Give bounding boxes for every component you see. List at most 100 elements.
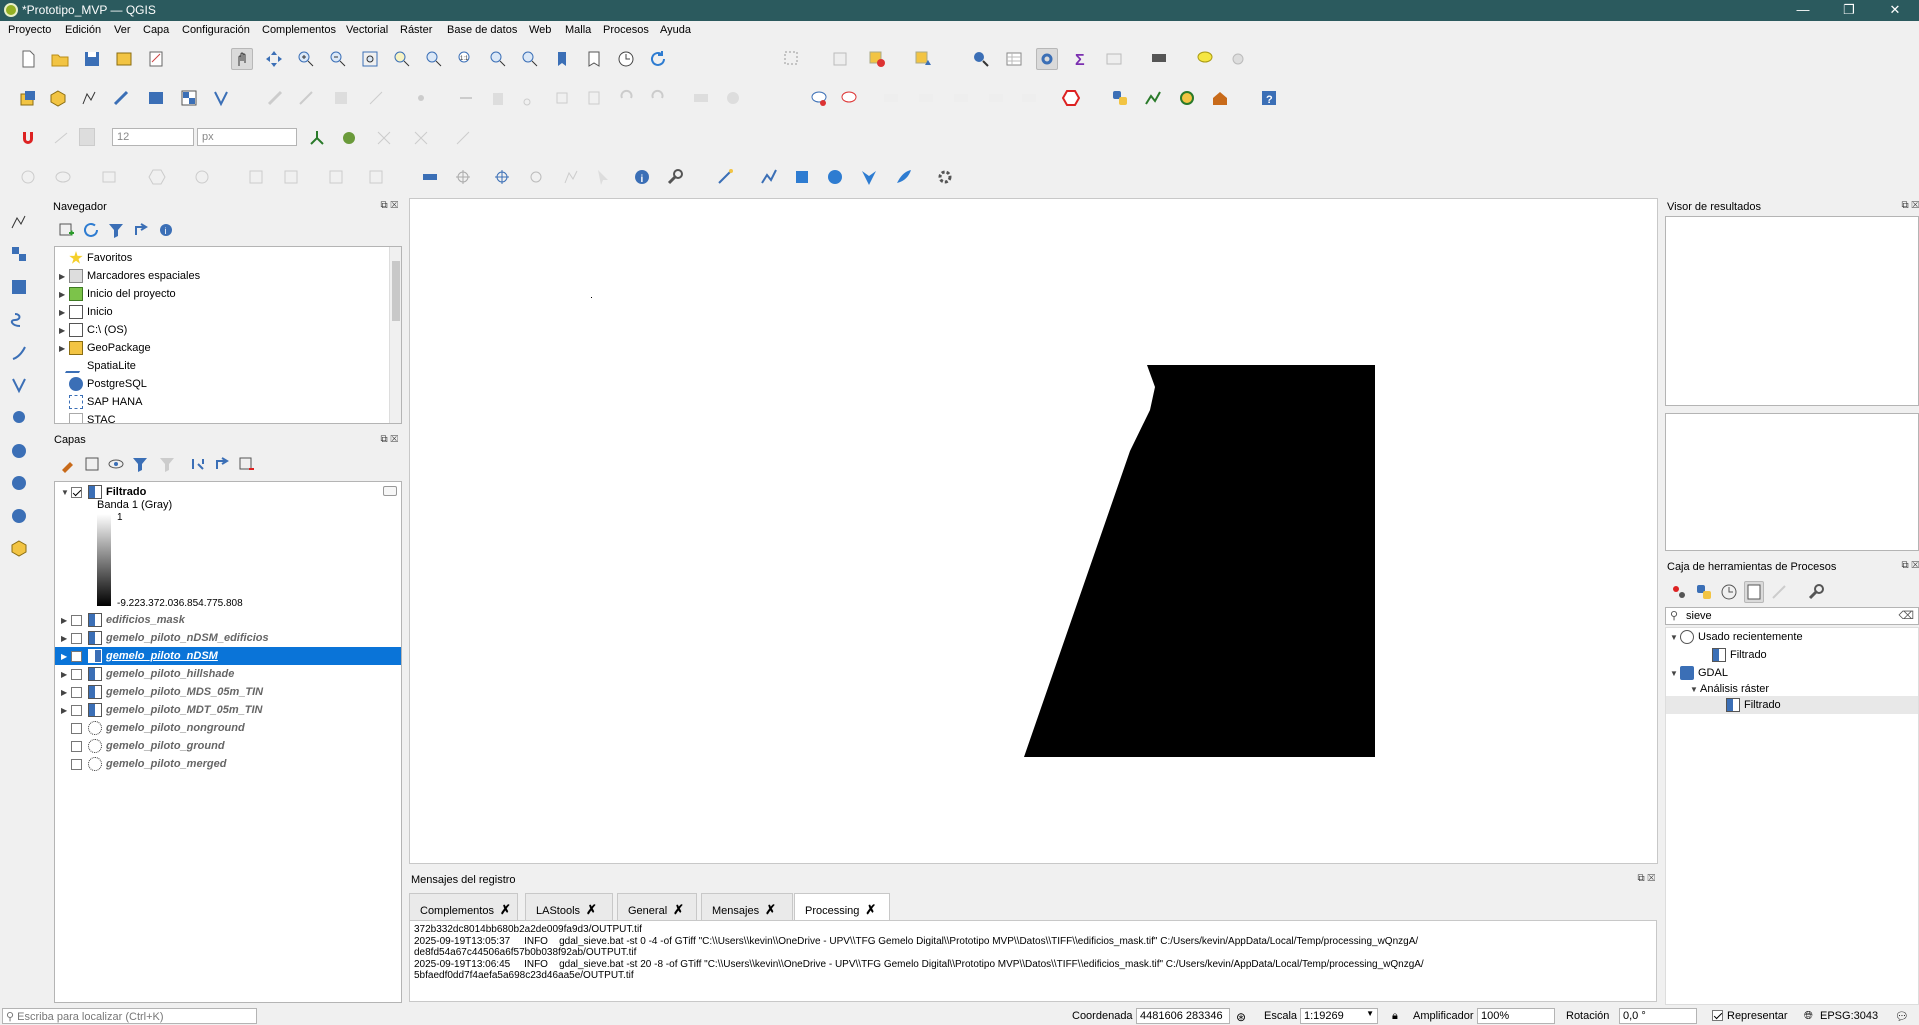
rotate-feature-icon[interactable]: [325, 166, 347, 188]
crs-button[interactable]: EPSG:3043: [1820, 1010, 1878, 1022]
layer-visibility-checkbox[interactable]: [71, 486, 82, 498]
remove-layer-icon[interactable]: [236, 453, 256, 475]
digitize-line-icon[interactable]: [714, 166, 736, 188]
select-by-value-icon[interactable]: [829, 48, 851, 70]
layer-styling-icon[interactable]: [58, 453, 78, 475]
current-edits-icon[interactable]: [264, 87, 286, 109]
layer-visibility-checkbox[interactable]: [71, 740, 82, 752]
toolbox-recent-filtrado[interactable]: Filtrado: [1712, 646, 1767, 664]
digitize-feather-icon[interactable]: [893, 166, 915, 188]
processing-toolbox-icon[interactable]: [1036, 48, 1058, 70]
messages-icon[interactable]: 💬︎: [1895, 1010, 1909, 1023]
filter-expression-icon[interactable]: [154, 453, 180, 475]
snap-mode-button[interactable]: [79, 128, 95, 146]
add-raster-icon[interactable]: [178, 87, 200, 109]
snap-unit-select[interactable]: px: [197, 128, 297, 146]
diagram-tool-icon[interactable]: [722, 87, 744, 109]
browser-item-spatialite[interactable]: SpatiaLite: [59, 357, 136, 375]
annotation-icon[interactable]: [1194, 48, 1216, 70]
settings-wrench-icon[interactable]: [664, 166, 686, 188]
layer-row[interactable]: gemelo_piloto_nonground: [61, 719, 245, 737]
snap-intersections-icon[interactable]: [410, 127, 432, 149]
delete-selected-icon[interactable]: [487, 87, 509, 109]
locator-settings-icon[interactable]: [1227, 48, 1249, 70]
new-bookmark-icon[interactable]: [551, 48, 573, 70]
map-canvas[interactable]: [409, 198, 1658, 864]
move-feature-icon[interactable]: [280, 166, 302, 188]
zoom-full-icon[interactable]: [359, 48, 381, 70]
history-icon[interactable]: [1719, 581, 1739, 603]
node-tool-icon[interactable]: [560, 166, 582, 188]
add-wfs-icon[interactable]: [8, 472, 30, 494]
layer-visibility-checkbox[interactable]: [71, 686, 82, 698]
add-postgis-icon[interactable]: [8, 407, 30, 429]
self-snapping-icon[interactable]: [373, 127, 395, 149]
close-tab-icon[interactable]: ✗: [765, 902, 776, 917]
refresh-icon[interactable]: [647, 48, 669, 70]
menu-ayuda[interactable]: Ayuda: [660, 24, 691, 36]
add-spatialite-icon[interactable]: [8, 342, 30, 364]
vertex-tool-icon[interactable]: [410, 87, 432, 109]
toolbox-search-field[interactable]: ⚲ sieve ⌫: [1665, 607, 1919, 625]
browser-item-inicio-proyecto[interactable]: ▶ Inicio del proyecto: [59, 285, 176, 303]
browser-panel-close-icon[interactable]: ⧉ ☒: [381, 200, 398, 211]
snapping-magnet-icon[interactable]: [17, 127, 39, 149]
temporal-controller-icon[interactable]: [615, 48, 637, 70]
add-virtual-icon[interactable]: [8, 374, 30, 396]
cut-features-icon[interactable]: [519, 87, 541, 109]
menu-base-de-datos[interactable]: Base de datos: [447, 24, 517, 36]
hexagon-tool-icon[interactable]: [1060, 87, 1082, 109]
layer-visibility-checkbox[interactable]: [71, 758, 82, 770]
open-attribute-table-icon[interactable]: [1003, 48, 1025, 70]
plugin-profile-icon[interactable]: [1142, 87, 1164, 109]
snap-intersection-icon[interactable]: [306, 127, 328, 149]
layer-visibility-checkbox[interactable]: [71, 722, 82, 734]
menu-capa[interactable]: Capa: [143, 24, 169, 36]
scale-field[interactable]: 1:19269 ▼: [1300, 1008, 1378, 1024]
new-shapefile-layer-icon[interactable]: [78, 87, 100, 109]
coordinate-field[interactable]: 4481606 283346: [1136, 1008, 1230, 1024]
edit-features-inplace-icon[interactable]: [1769, 581, 1789, 603]
locator-search-field[interactable]: ⚲ Escriba para localizar (Ctrl+K): [2, 1008, 257, 1024]
layer-diagram-icon[interactable]: [838, 87, 860, 109]
magnifier-field[interactable]: 100%: [1477, 1008, 1555, 1024]
browser-item-favoritos[interactable]: Favoritos: [59, 249, 132, 267]
crosshair-icon[interactable]: [452, 166, 474, 188]
browser-collapse-icon[interactable]: [131, 219, 151, 241]
pan-to-selection-icon[interactable]: [263, 48, 285, 70]
python-console-icon[interactable]: [1109, 87, 1131, 109]
menu-complementos[interactable]: Complementos: [262, 24, 336, 36]
close-tab-icon[interactable]: ✗: [673, 902, 684, 917]
help-icon[interactable]: ?: [1258, 87, 1280, 109]
tracing-icon[interactable]: [338, 127, 360, 149]
show-labels-icon[interactable]: [915, 87, 937, 109]
modify-attributes-icon[interactable]: [455, 87, 477, 109]
map-tips-icon[interactable]: [1148, 48, 1170, 70]
new-scratch-layer-icon[interactable]: [110, 87, 132, 109]
deselect-all-icon[interactable]: [866, 48, 888, 70]
browser-filter-icon[interactable]: [106, 219, 126, 241]
log-panel-close-icon[interactable]: ⧉ ☒: [1638, 873, 1655, 884]
info-icon[interactable]: i: [631, 166, 653, 188]
layer-row[interactable]: ▶ gemelo_piloto_MDS_05m_TIN: [61, 683, 263, 701]
browser-item-drive[interactable]: ▶ C:\ (OS): [59, 321, 127, 339]
layout-manager-icon[interactable]: [145, 48, 167, 70]
digitize-curve-icon[interactable]: [758, 166, 780, 188]
rotate-label-icon[interactable]: [985, 87, 1007, 109]
pin-labels-icon[interactable]: [880, 87, 902, 109]
digitize-circle-icon[interactable]: [824, 166, 846, 188]
add-delimited-text-icon[interactable]: [8, 309, 30, 331]
results-viewer-icon[interactable]: [1744, 581, 1764, 603]
browser-properties-icon[interactable]: i: [156, 219, 176, 241]
zoom-next-icon[interactable]: [519, 48, 541, 70]
layer-visibility-checkbox[interactable]: [71, 632, 82, 644]
models-icon[interactable]: [1669, 581, 1689, 603]
log-output[interactable]: 372b332dc8014bb680b2a2de009fa9d3/OUTPUT.…: [409, 920, 1657, 1002]
toggle-editing-icon[interactable]: [295, 87, 317, 109]
filter-legend-icon[interactable]: [130, 453, 150, 475]
add-wms-icon[interactable]: [8, 440, 30, 462]
identify-features-icon[interactable]: [970, 48, 992, 70]
add-group-icon[interactable]: [82, 453, 102, 475]
layer-visibility-checkbox[interactable]: [71, 614, 82, 626]
shape-ellipse-icon[interactable]: [52, 166, 74, 188]
